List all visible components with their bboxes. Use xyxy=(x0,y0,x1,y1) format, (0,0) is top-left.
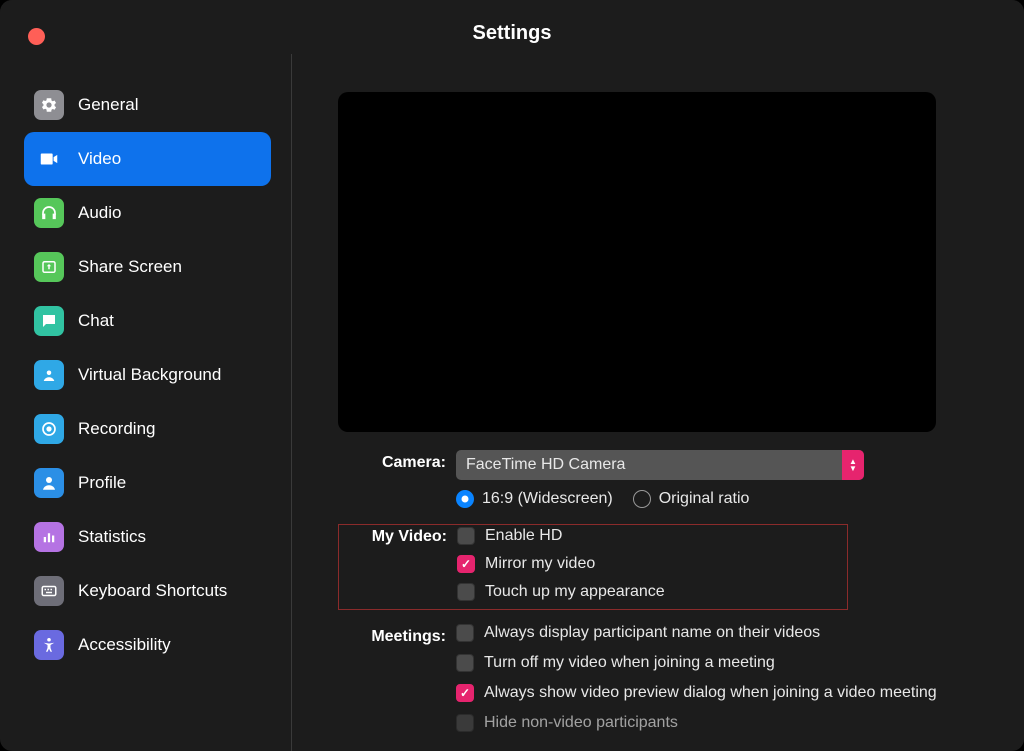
camera-selected-value: FaceTime HD Camera xyxy=(466,456,625,474)
checkbox-show-video-preview-dialog[interactable]: ✓ Always show video preview dialog when … xyxy=(456,684,994,702)
sidebar-item-statistics[interactable]: Statistics xyxy=(24,510,271,564)
video-preview xyxy=(338,92,936,432)
checkbox-label: Turn off my video when joining a meeting xyxy=(484,654,775,672)
checkbox-icon xyxy=(457,583,475,601)
sidebar-item-recording[interactable]: Recording xyxy=(24,402,271,456)
checkbox-touch-up-appearance[interactable]: Touch up my appearance xyxy=(457,583,843,601)
checkbox-label: Always show video preview dialog when jo… xyxy=(484,684,937,702)
window-title: Settings xyxy=(0,22,1024,45)
profile-icon xyxy=(34,468,64,498)
sidebar-item-accessibility[interactable]: Accessibility xyxy=(24,618,271,672)
aspect-ratio-widescreen-radio[interactable]: 16:9 (Widescreen) xyxy=(456,490,613,508)
checkbox-hide-non-video-participants[interactable]: Hide non-video participants xyxy=(456,714,994,732)
headphones-icon xyxy=(34,198,64,228)
camera-label: Camera: xyxy=(338,450,456,472)
sidebar-item-keyboard-shortcuts[interactable]: Keyboard Shortcuts xyxy=(24,564,271,618)
checkbox-icon: ✓ xyxy=(456,684,474,702)
statistics-icon xyxy=(34,522,64,552)
checkbox-label: Enable HD xyxy=(485,527,562,545)
video-settings-panel: Camera: FaceTime HD Camera ▲▼ 16:9 (Wide… xyxy=(292,54,1024,751)
checkbox-label: Mirror my video xyxy=(485,555,595,573)
video-camera-icon xyxy=(34,144,64,174)
checkbox-icon xyxy=(456,714,474,732)
virtual-background-icon xyxy=(34,360,64,390)
sidebar-item-share-screen[interactable]: Share Screen xyxy=(24,240,271,294)
sidebar-item-label: General xyxy=(78,95,138,115)
checkbox-label: Hide non-video participants xyxy=(484,714,678,732)
share-screen-icon xyxy=(34,252,64,282)
checkbox-icon xyxy=(456,654,474,672)
sidebar-item-label: Accessibility xyxy=(78,635,171,655)
settings-sidebar: General Video Audio Share Screen xyxy=(0,54,292,751)
radio-label: Original ratio xyxy=(659,490,750,508)
stepper-arrows-icon: ▲▼ xyxy=(842,450,864,480)
aspect-ratio-original-radio[interactable]: Original ratio xyxy=(633,490,750,508)
sidebar-item-label: Virtual Background xyxy=(78,365,221,385)
sidebar-item-virtual-background[interactable]: Virtual Background xyxy=(24,348,271,402)
checkbox-mirror-video[interactable]: ✓ Mirror my video xyxy=(457,555,843,573)
sidebar-item-chat[interactable]: Chat xyxy=(24,294,271,348)
sidebar-item-video[interactable]: Video xyxy=(24,132,271,186)
sidebar-item-audio[interactable]: Audio xyxy=(24,186,271,240)
settings-window: Settings General Video Audio xyxy=(0,0,1024,751)
sidebar-item-general[interactable]: General xyxy=(24,78,271,132)
radio-icon xyxy=(633,490,651,508)
checkbox-label: Touch up my appearance xyxy=(485,583,665,601)
checkbox-icon xyxy=(456,624,474,642)
checkbox-label: Always display participant name on their… xyxy=(484,624,820,642)
checkbox-icon: ✓ xyxy=(457,555,475,573)
camera-dropdown[interactable]: FaceTime HD Camera ▲▼ xyxy=(456,450,864,480)
sidebar-item-label: Profile xyxy=(78,473,126,493)
radio-label: 16:9 (Widescreen) xyxy=(482,490,613,508)
sidebar-item-profile[interactable]: Profile xyxy=(24,456,271,510)
sidebar-item-label: Recording xyxy=(78,419,156,439)
sidebar-item-label: Chat xyxy=(78,311,114,331)
my-video-label: My Video: xyxy=(339,527,457,546)
accessibility-icon xyxy=(34,630,64,660)
meetings-label: Meetings: xyxy=(338,624,456,646)
checkbox-turn-off-video-on-join[interactable]: Turn off my video when joining a meeting xyxy=(456,654,994,672)
my-video-highlight: My Video: Enable HD ✓ Mirror my video xyxy=(338,524,848,610)
radio-icon xyxy=(456,490,474,508)
titlebar: Settings xyxy=(0,0,1024,54)
record-icon xyxy=(34,414,64,444)
chat-icon xyxy=(34,306,64,336)
sidebar-item-label: Statistics xyxy=(78,527,146,547)
checkbox-icon xyxy=(457,527,475,545)
gear-icon xyxy=(34,90,64,120)
sidebar-item-label: Share Screen xyxy=(78,257,182,277)
sidebar-item-label: Keyboard Shortcuts xyxy=(78,581,227,601)
sidebar-item-label: Video xyxy=(78,149,121,169)
checkbox-enable-hd[interactable]: Enable HD xyxy=(457,527,843,545)
checkbox-always-display-name[interactable]: Always display participant name on their… xyxy=(456,624,994,642)
keyboard-icon xyxy=(34,576,64,606)
sidebar-item-label: Audio xyxy=(78,203,121,223)
